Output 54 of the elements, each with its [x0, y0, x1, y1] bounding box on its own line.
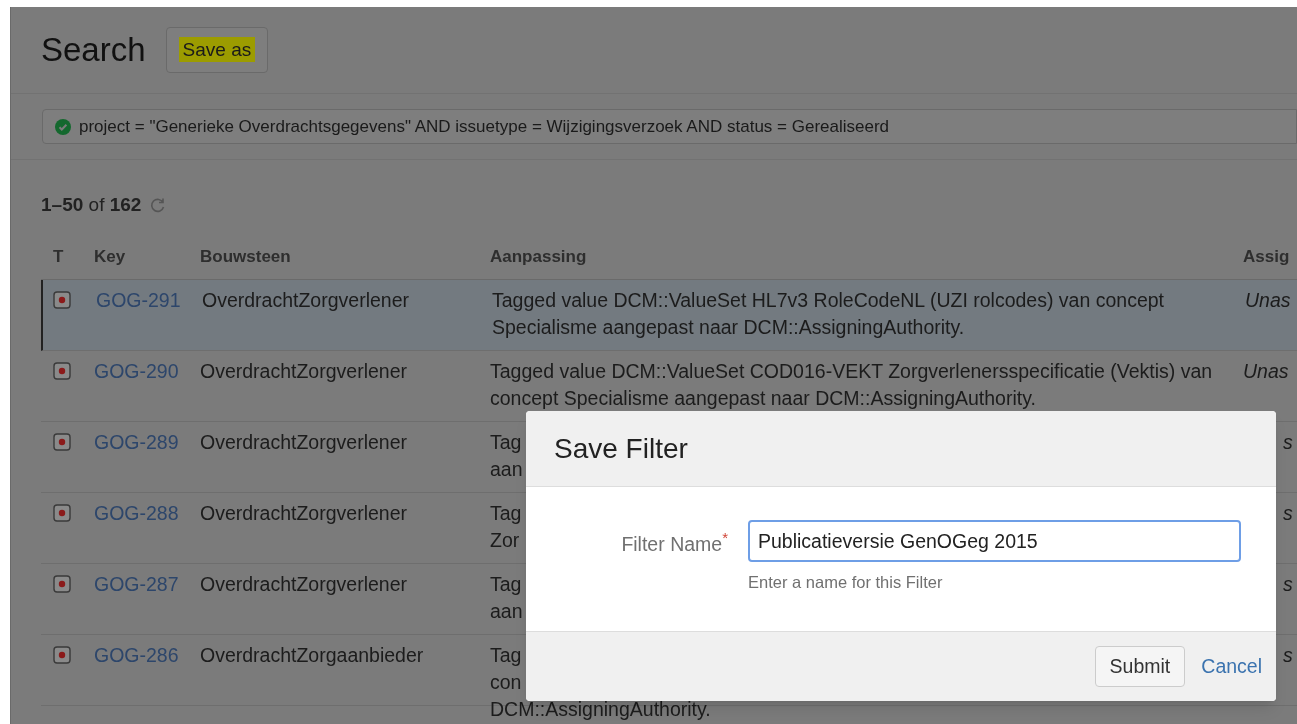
- issue-key-link[interactable]: GOG-291: [96, 287, 202, 314]
- table-cell-text: s: [1282, 430, 1293, 455]
- table-cell-text: aan: [490, 457, 523, 482]
- table-cell-text: Tagged value DCM::ValueSet HL7v3 RoleCodeNL (UZI rolcodes) van concept: [492, 288, 1164, 313]
- issue-type-icon: [53, 504, 71, 522]
- table-cell-text: con: [490, 670, 522, 695]
- table-cell-text: aan: [490, 599, 523, 624]
- table-cell-text: Tag: [490, 430, 522, 455]
- table-cell-text: DCM::AssigningAuthority.: [490, 697, 711, 722]
- table-cell-text: Tagged value DCM::ValueSet COD016-VEKT Zorgverlenersspecificatie (Vektis) van: [490, 359, 1213, 384]
- table-cell-text: OverdrachtZorgverlener: [200, 430, 408, 455]
- table-cell-text: Tag: [490, 572, 522, 597]
- table-cell-text: concept Specialisme aangepast naar DCM::AssigningAuthority.: [490, 386, 1036, 411]
- table-cell-text: s: [1282, 572, 1293, 597]
- page-title: Search: [41, 30, 146, 71]
- filter-name-input[interactable]: Publicatieversie GenOGeg 2015: [748, 520, 1241, 562]
- table-cell-text: OverdrachtZorgverlener: [200, 501, 408, 526]
- column-header: Bouwsteen: [200, 246, 292, 269]
- field-label: Filter Name: [621, 532, 723, 557]
- dialog-title: Save Filter: [554, 431, 688, 466]
- submit-button[interactable]: Submit: [1094, 646, 1186, 687]
- column-header: T: [52, 246, 65, 269]
- table-cell-text: Tag: [490, 643, 522, 668]
- field-hint: Enter a name for this Filter: [748, 572, 944, 593]
- table-cell-text: Zor: [490, 528, 520, 553]
- table-cell-text: OverdrachtZorgverlener: [200, 359, 408, 384]
- table-cell-text: OverdrachtZorgverlener: [200, 572, 408, 597]
- table-cell-text: Unas: [1245, 288, 1291, 313]
- result-count: 1–50 of 162: [41, 192, 142, 217]
- issue-type-icon: [53, 433, 71, 451]
- issue-type-icon: [53, 362, 71, 380]
- table-cell-text: Tag: [490, 501, 522, 526]
- column-header: Assig: [1243, 246, 1290, 269]
- cancel-link[interactable]: Cancel: [1201, 651, 1262, 682]
- save-as-button[interactable]: Save as: [165, 26, 269, 74]
- column-header: Key: [94, 246, 127, 269]
- required-icon: *: [722, 530, 728, 545]
- query-field[interactable]: project = "Generieke Overdrachtsgegevens" AND issuetype = Wijzigingsverzoek AND status = Gerealiseerd: [42, 109, 1297, 144]
- query-text: project = "Generieke Overdrachtsgegevens" AND issuetype = Wijzigingsverzoek AND status = Gerealiseerd: [79, 115, 890, 138]
- table-cell-text: Specialisme aangepast naar DCM::AssigningAuthority.: [492, 315, 965, 340]
- table-row[interactable]: GOG-291 OverdrachtZorgverlener Tagged value DCM::ValueSet HL7v3 RoleCodeNL (UZI rolcodes) van concept Specialisme aangepast naar DCM::AssigningAuthority. Unas: [41, 280, 1297, 351]
- issue-key-link[interactable]: GOG-286: [94, 642, 200, 669]
- table-cell-text: s: [1282, 501, 1293, 526]
- issue-key-link[interactable]: GOG-290: [94, 358, 200, 385]
- column-header: Aanpassing: [490, 246, 588, 269]
- table-cell-text: Unas: [1243, 359, 1289, 384]
- issue-type-icon: [53, 646, 71, 664]
- issue-key-link[interactable]: GOG-289: [94, 429, 200, 456]
- table-cell-text: OverdrachtZorgverlener: [202, 288, 410, 313]
- issue-type-icon: [53, 291, 71, 309]
- issue-type-icon: [53, 575, 71, 593]
- issue-key-link[interactable]: GOG-287: [94, 571, 200, 598]
- issue-key-link[interactable]: GOG-288: [94, 500, 200, 527]
- table-cell-text: OverdrachtZorgaanbieder: [200, 643, 425, 668]
